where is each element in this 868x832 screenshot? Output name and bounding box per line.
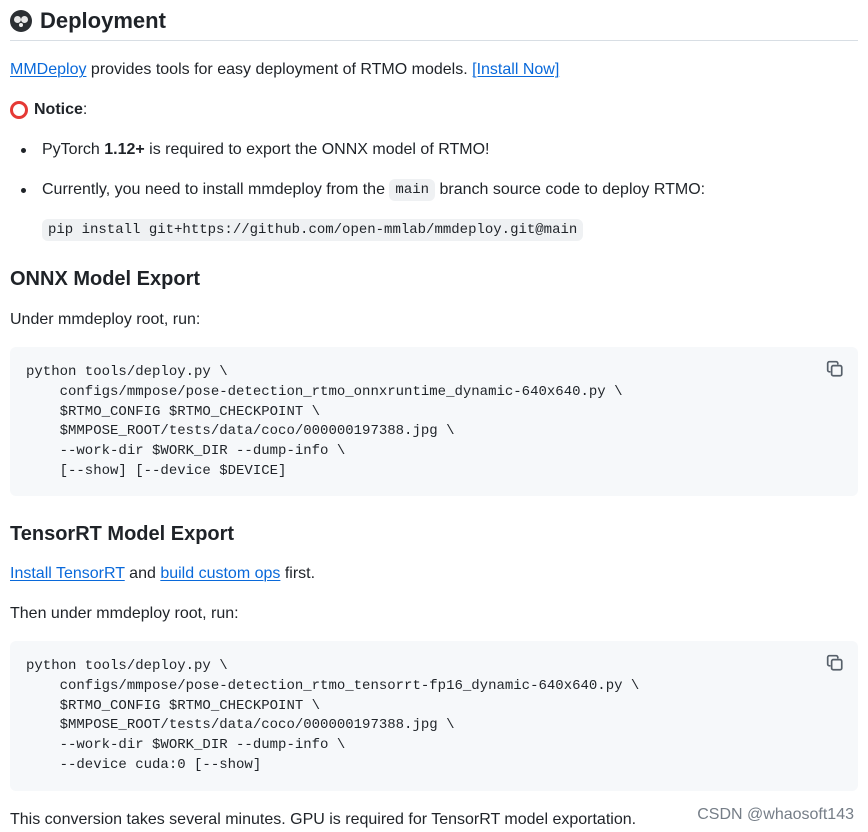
- first-text: first.: [280, 565, 316, 582]
- requirement-line-1: PyTorch 1.12+ is required to export the …: [28, 141, 489, 158]
- mmdeploy-link[interactable]: MMDeploy: [10, 61, 86, 78]
- requirement-1-prefix: PyTorch: [42, 141, 105, 158]
- panda-nose: [19, 23, 23, 27]
- tensorrt-code-block: python tools/deploy.py \ configs/mmpose/…: [10, 641, 858, 791]
- tensorrt-heading: TensorRT Model Export: [10, 523, 235, 545]
- requirement-item-2: Currently, you need to install mmdeploy …: [21, 179, 706, 201]
- conversion-note: This conversion takes several minutes. G…: [10, 811, 637, 828]
- requirement-2-suffix: branch source code to deploy RTMO:: [435, 181, 706, 199]
- onnx-code-block: python tools/deploy.py \ configs/mmpose/…: [10, 347, 858, 496]
- csdn-watermark: CSDN @whaosoft143: [697, 806, 854, 823]
- copy-icon[interactable]: [826, 654, 844, 672]
- pip-install-command: pip install git+https://github.com/open-…: [42, 219, 584, 241]
- requirement-1-suffix: is required to export the ONNX model of …: [144, 141, 490, 158]
- notice-text: Notice:: [34, 99, 87, 121]
- requirement-1-bold: 1.12+: [104, 141, 145, 158]
- tensorrt-code: python tools/deploy.py \ configs/mmpose/…: [26, 658, 640, 773]
- onnx-instruction: Under mmdeploy root, run:: [10, 311, 201, 328]
- notice-label: Notice:: [10, 99, 87, 121]
- requirement-item-1: PyTorch 1.12+ is required to export the …: [21, 139, 489, 161]
- intro-paragraph: MMDeploy provides tools for easy deploym…: [10, 59, 559, 81]
- tensorrt-prereq: Install TensorRT and build custom ops fi…: [10, 563, 315, 585]
- inline-code-main: main: [389, 179, 436, 201]
- install-command: pip install git+https://github.com/open-…: [42, 219, 584, 241]
- bullet-dot: [21, 148, 26, 153]
- requirement-line-2: Currently, you need to install mmdeploy …: [28, 179, 706, 201]
- requirement-2-prefix: Currently, you need to install mmdeploy …: [42, 181, 390, 199]
- notice-title: Notice: [34, 101, 83, 118]
- bullet-dot: [21, 188, 26, 193]
- intro-text: provides tools for easy deployment of RT…: [86, 61, 473, 78]
- install-now-link[interactable]: [Install Now]: [472, 61, 559, 78]
- tensorrt-instruction: Then under mmdeploy root, run:: [10, 605, 239, 622]
- build-custom-ops-link[interactable]: build custom ops: [160, 565, 280, 582]
- and-text: and: [124, 565, 161, 582]
- page-title: Deployment: [40, 8, 166, 33]
- copy-icon[interactable]: [826, 360, 844, 378]
- onnx-code: python tools/deploy.py \ configs/mmpose/…: [26, 364, 623, 479]
- notice-colon: :: [82, 101, 88, 118]
- install-tensorrt-link[interactable]: Install TensorRT: [10, 565, 125, 582]
- markdown-page: Deployment MMDeploy provides tools for e…: [0, 0, 868, 832]
- panda-emoji-icon: [10, 10, 32, 32]
- deployment-heading: Deployment: [10, 2, 858, 41]
- red-circle-icon: [10, 101, 28, 119]
- onnx-heading: ONNX Model Export: [10, 268, 201, 290]
